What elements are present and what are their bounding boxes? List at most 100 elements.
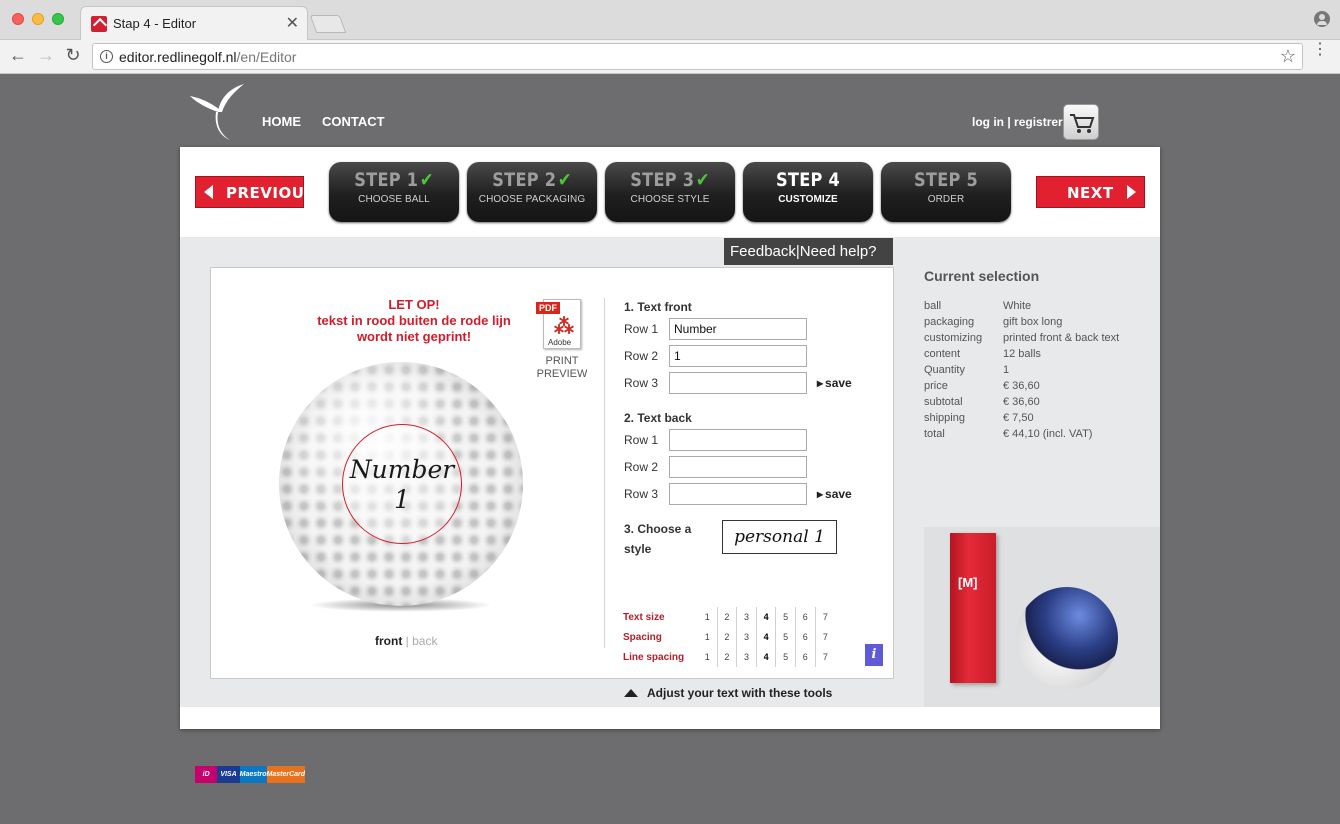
editor-divider	[604, 298, 605, 648]
selection-row: subtotal € 36,60	[924, 394, 1144, 410]
step-2-button[interactable]: STEP 2✔ CHOOSE PACKAGING	[467, 162, 597, 222]
style-selector[interactable]: personal 1	[722, 520, 837, 554]
selection-row: content 12 balls	[924, 346, 1144, 362]
step-5-button[interactable]: STEP 5 ORDER	[881, 162, 1011, 222]
selection-row: ball White	[924, 298, 1144, 314]
scale-option[interactable]: 5	[776, 647, 796, 667]
adjust-hint-text: Adjust your text with these tools	[647, 686, 833, 700]
browser-tab[interactable]: Stap 4 - Editor ✕	[80, 6, 308, 40]
scale-option[interactable]: 2	[718, 647, 738, 667]
bookmark-star-icon[interactable]: ☆	[1280, 46, 1296, 67]
selection-value: € 36,60	[1003, 380, 1040, 392]
selection-title: Current selection	[924, 268, 1040, 284]
back-row-1-input[interactable]	[669, 429, 807, 451]
preview-label: PREVIEW	[536, 368, 588, 380]
payment-methods: iD VISA Maestro MasterCard	[195, 766, 306, 783]
back-row-3-label: Row 3	[624, 487, 659, 501]
scale-option[interactable]: 6	[796, 627, 816, 647]
current-selection: Current selection ball White packaging gift…	[924, 268, 1144, 442]
nav-home-link[interactable]: HOME	[262, 114, 301, 129]
selection-key: total	[924, 428, 945, 440]
profile-icon[interactable]	[1314, 11, 1330, 27]
site-info-icon[interactable]: i	[100, 50, 113, 63]
scale-option[interactable]: 5	[776, 607, 796, 627]
tab-title: Stap 4 - Editor	[113, 16, 197, 31]
spacing-scale: 1234567	[698, 627, 835, 647]
payment-logo: iD	[195, 766, 218, 783]
scale-option[interactable]: 1	[698, 647, 718, 667]
front-row-1-label: Row 1	[624, 322, 659, 336]
next-button[interactable]: NEXT	[1036, 176, 1145, 208]
back-row-3-input[interactable]	[669, 483, 807, 505]
new-tab-button[interactable]	[309, 15, 347, 33]
scale-option[interactable]: 3	[737, 627, 757, 647]
step-1-button[interactable]: STEP 1✔ CHOOSE BALL	[329, 162, 459, 222]
selection-key: ball	[924, 300, 942, 312]
selection-key: packaging	[924, 316, 975, 328]
nav-contact-link[interactable]: CONTACT	[322, 114, 385, 129]
cart-button[interactable]	[1063, 104, 1099, 140]
selection-key: subtotal	[924, 396, 963, 408]
feedback-link[interactable]: Feedback	[730, 243, 796, 260]
redline-logo-icon[interactable]	[190, 82, 246, 140]
need-help-link[interactable]: Need help?	[800, 243, 877, 260]
scale-option[interactable]: 1	[698, 607, 718, 627]
text-editor: LET OP! tekst in rood buiten de rode lij…	[210, 267, 894, 679]
maximize-window-button[interactable]	[52, 13, 64, 25]
step-2-label: CHOOSE PACKAGING	[478, 194, 586, 205]
step-4-button[interactable]: STEP 4 CUSTOMIZE	[743, 162, 873, 222]
address-bar[interactable]: i editor.redlinegolf.nl/en/Editor ☆	[92, 43, 1303, 70]
previous-button[interactable]: PREVIOUS	[195, 176, 315, 208]
scale-option[interactable]: 4	[757, 627, 777, 647]
info-button[interactable]: i	[865, 644, 883, 666]
save-back-button[interactable]: save	[817, 487, 852, 501]
print-warning: LET OP! tekst in rood buiten de rode lij…	[289, 297, 539, 345]
scale-option[interactable]: 6	[796, 607, 816, 627]
scale-option[interactable]: 3	[737, 647, 757, 667]
acrobat-icon: ⁂	[554, 316, 574, 338]
minimize-window-button[interactable]	[32, 13, 44, 25]
next-label: NEXT	[1067, 184, 1114, 202]
close-window-button[interactable]	[12, 13, 24, 25]
scale-option[interactable]: 2	[718, 627, 738, 647]
scale-option[interactable]: 7	[816, 607, 836, 627]
selection-key: price	[924, 380, 948, 392]
browser-tab-strip: Stap 4 - Editor ✕	[0, 0, 1340, 40]
scale-option[interactable]: 3	[737, 607, 757, 627]
front-row-1-input[interactable]	[669, 318, 807, 340]
selection-value: 1	[1003, 364, 1010, 376]
scale-option[interactable]: 2	[718, 607, 738, 627]
forward-arrow-icon[interactable]: →	[35, 45, 57, 66]
back-row-2-label: Row 2	[624, 460, 659, 474]
front-row-2-input[interactable]	[669, 345, 807, 367]
scale-option[interactable]: 4	[757, 607, 777, 627]
step-3-button[interactable]: STEP 3✔ CHOOSE STYLE	[605, 162, 735, 222]
print-preview-button[interactable]: PDF ⁂ Adobe PRINT PREVIEW	[529, 299, 595, 381]
back-row-2-input[interactable]	[669, 456, 807, 478]
selection-value: € 36,60	[1003, 396, 1040, 408]
front-row-3-input[interactable]	[669, 372, 807, 394]
customize-area: Feedback|Need help? LET OP! tekst in roo…	[180, 237, 1160, 707]
scale-option[interactable]: 7	[816, 647, 836, 667]
selection-key: content	[924, 348, 961, 360]
scale-option[interactable]: 5	[776, 627, 796, 647]
browser-menu-icon[interactable]: ⋮	[1312, 42, 1328, 58]
selection-value: 12 balls	[1003, 348, 1041, 360]
step-3-label: CHOOSE STYLE	[630, 194, 710, 205]
line-spacing-scale: 1234567	[698, 647, 835, 667]
save-front-button[interactable]: save	[817, 376, 852, 390]
view-back-link[interactable]: back	[412, 634, 437, 648]
step-1-label: CHOOSE BALL	[358, 194, 430, 205]
browser-toolbar: ← → ↻ i editor.redlinegolf.nl/en/Editor …	[0, 40, 1340, 74]
scale-option[interactable]: 1	[698, 627, 718, 647]
tab-close-icon[interactable]: ✕	[286, 13, 299, 33]
view-front-link[interactable]: front	[375, 634, 402, 648]
scale-option[interactable]: 6	[796, 647, 816, 667]
scale-option[interactable]: 7	[816, 627, 836, 647]
back-arrow-icon[interactable]: ←	[7, 45, 29, 66]
scale-option[interactable]: 4	[757, 647, 777, 667]
package-label: [M]	[958, 575, 978, 590]
selection-key: shipping	[924, 412, 965, 424]
login-register-link[interactable]: log in | registrer	[972, 115, 1063, 129]
reload-icon[interactable]: ↻	[62, 45, 84, 66]
